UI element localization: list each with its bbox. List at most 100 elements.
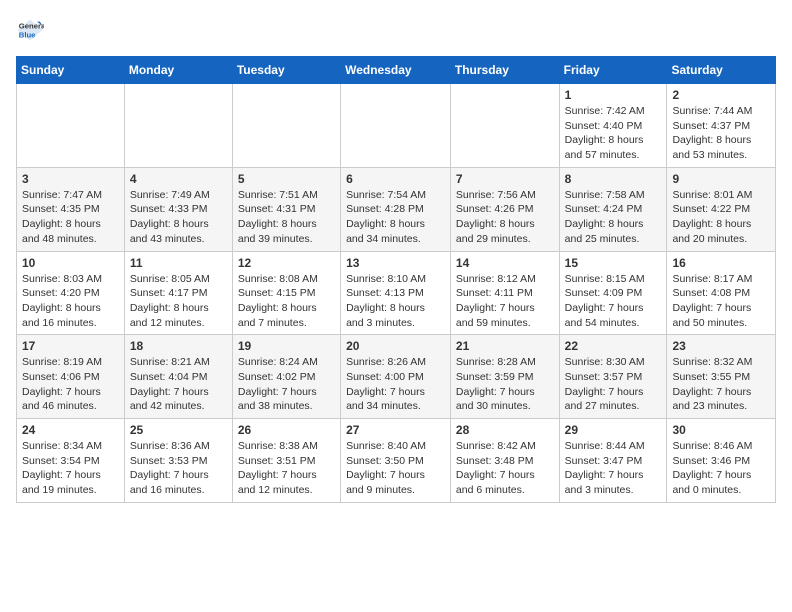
logo-icon: General Blue — [16, 16, 44, 44]
day-info: Sunrise: 7:49 AM Sunset: 4:33 PM Dayligh… — [130, 188, 227, 247]
calendar-cell: 22 Sunrise: 8:30 AM Sunset: 3:57 PM Dayli… — [559, 335, 667, 419]
calendar-cell: 16 Sunrise: 8:17 AM Sunset: 4:08 PM Dayli… — [667, 251, 776, 335]
day-number: 4 — [130, 172, 227, 186]
calendar-cell: 8 Sunrise: 7:58 AM Sunset: 4:24 PM Daylig… — [559, 167, 667, 251]
calendar-cell: 20 Sunrise: 8:26 AM Sunset: 4:00 PM Dayli… — [341, 335, 451, 419]
day-number: 1 — [565, 88, 662, 102]
calendar-cell: 9Sunrise: 8:01 AM Sunset: 4:22 PM Daylig… — [667, 167, 776, 251]
day-info: Sunrise: 8:44 AM Sunset: 3:47 PM Dayligh… — [565, 439, 662, 498]
calendar-cell — [124, 84, 232, 168]
day-number: 2 — [672, 88, 770, 102]
day-number: 28 — [456, 423, 554, 437]
day-number: 25 — [130, 423, 227, 437]
day-number: 22 — [565, 339, 662, 353]
day-number: 30 — [672, 423, 770, 437]
calendar-cell: 24Sunrise: 8:34 AM Sunset: 3:54 PM Dayli… — [17, 419, 125, 503]
day-info: Sunrise: 8:32 AM Sunset: 3:55 PM Dayligh… — [672, 355, 770, 414]
calendar-cell: 15 Sunrise: 8:15 AM Sunset: 4:09 PM Dayli… — [559, 251, 667, 335]
calendar-cell: 13Sunrise: 8:10 AM Sunset: 4:13 PM Dayli… — [341, 251, 451, 335]
weekday-header: Tuesday — [232, 57, 340, 84]
day-number: 12 — [238, 256, 335, 270]
calendar-cell: 30Sunrise: 8:46 AM Sunset: 3:46 PM Dayli… — [667, 419, 776, 503]
calendar-cell: 21 Sunrise: 8:28 AM Sunset: 3:59 PM Dayli… — [450, 335, 559, 419]
day-info: Sunrise: 8:05 AM Sunset: 4:17 PM Dayligh… — [130, 272, 227, 331]
calendar-cell: 25 Sunrise: 8:36 AM Sunset: 3:53 PM Dayli… — [124, 419, 232, 503]
calendar-cell: 5 Sunrise: 7:51 AM Sunset: 4:31 PM Daylig… — [232, 167, 340, 251]
day-number: 10 — [22, 256, 119, 270]
calendar-row: 17 Sunrise: 8:19 AM Sunset: 4:06 PM Dayli… — [17, 335, 776, 419]
calendar-cell: 7 Sunrise: 7:56 AM Sunset: 4:26 PM Daylig… — [450, 167, 559, 251]
day-number: 7 — [456, 172, 554, 186]
day-info: Sunrise: 8:19 AM Sunset: 4:06 PM Dayligh… — [22, 355, 119, 414]
calendar-header-row: SundayMondayTuesdayWednesdayThursdayFrid… — [17, 57, 776, 84]
weekday-header: Thursday — [450, 57, 559, 84]
day-number: 26 — [238, 423, 335, 437]
day-number: 5 — [238, 172, 335, 186]
day-info: Sunrise: 7:58 AM Sunset: 4:24 PM Dayligh… — [565, 188, 662, 247]
day-number: 14 — [456, 256, 554, 270]
page-header: General Blue — [16, 16, 776, 44]
calendar-row: 1 Sunrise: 7:42 AM Sunset: 4:40 PM Daylig… — [17, 84, 776, 168]
calendar-cell: 28 Sunrise: 8:42 AM Sunset: 3:48 PM Dayli… — [450, 419, 559, 503]
day-number: 24 — [22, 423, 119, 437]
weekday-header: Sunday — [17, 57, 125, 84]
logo: General Blue — [16, 16, 48, 44]
day-number: 16 — [672, 256, 770, 270]
day-number: 29 — [565, 423, 662, 437]
day-info: Sunrise: 7:56 AM Sunset: 4:26 PM Dayligh… — [456, 188, 554, 247]
calendar: SundayMondayTuesdayWednesdayThursdayFrid… — [16, 56, 776, 503]
calendar-cell — [232, 84, 340, 168]
day-info: Sunrise: 7:51 AM Sunset: 4:31 PM Dayligh… — [238, 188, 335, 247]
day-number: 8 — [565, 172, 662, 186]
day-info: Sunrise: 8:08 AM Sunset: 4:15 PM Dayligh… — [238, 272, 335, 331]
calendar-cell: 26 Sunrise: 8:38 AM Sunset: 3:51 PM Dayli… — [232, 419, 340, 503]
calendar-cell: 3Sunrise: 7:47 AM Sunset: 4:35 PM Daylig… — [17, 167, 125, 251]
day-number: 21 — [456, 339, 554, 353]
calendar-cell: 12 Sunrise: 8:08 AM Sunset: 4:15 PM Dayli… — [232, 251, 340, 335]
day-info: Sunrise: 8:38 AM Sunset: 3:51 PM Dayligh… — [238, 439, 335, 498]
day-info: Sunrise: 8:12 AM Sunset: 4:11 PM Dayligh… — [456, 272, 554, 331]
calendar-row: 3Sunrise: 7:47 AM Sunset: 4:35 PM Daylig… — [17, 167, 776, 251]
day-number: 17 — [22, 339, 119, 353]
day-info: Sunrise: 8:24 AM Sunset: 4:02 PM Dayligh… — [238, 355, 335, 414]
day-info: Sunrise: 7:54 AM Sunset: 4:28 PM Dayligh… — [346, 188, 445, 247]
weekday-header: Wednesday — [341, 57, 451, 84]
day-info: Sunrise: 8:03 AM Sunset: 4:20 PM Dayligh… — [22, 272, 119, 331]
calendar-cell: 17 Sunrise: 8:19 AM Sunset: 4:06 PM Dayli… — [17, 335, 125, 419]
calendar-cell: 27 Sunrise: 8:40 AM Sunset: 3:50 PM Dayli… — [341, 419, 451, 503]
calendar-cell: 23 Sunrise: 8:32 AM Sunset: 3:55 PM Dayli… — [667, 335, 776, 419]
weekday-header: Friday — [559, 57, 667, 84]
svg-text:Blue: Blue — [19, 31, 36, 40]
day-number: 15 — [565, 256, 662, 270]
day-number: 13 — [346, 256, 445, 270]
calendar-cell: 2Sunrise: 7:44 AM Sunset: 4:37 PM Daylig… — [667, 84, 776, 168]
day-info: Sunrise: 8:21 AM Sunset: 4:04 PM Dayligh… — [130, 355, 227, 414]
day-number: 19 — [238, 339, 335, 353]
day-info: Sunrise: 7:47 AM Sunset: 4:35 PM Dayligh… — [22, 188, 119, 247]
calendar-cell: 29 Sunrise: 8:44 AM Sunset: 3:47 PM Dayli… — [559, 419, 667, 503]
day-number: 20 — [346, 339, 445, 353]
calendar-cell: 18Sunrise: 8:21 AM Sunset: 4:04 PM Dayli… — [124, 335, 232, 419]
day-info: Sunrise: 8:15 AM Sunset: 4:09 PM Dayligh… — [565, 272, 662, 331]
calendar-cell: 6Sunrise: 7:54 AM Sunset: 4:28 PM Daylig… — [341, 167, 451, 251]
day-number: 23 — [672, 339, 770, 353]
calendar-row: 24Sunrise: 8:34 AM Sunset: 3:54 PM Dayli… — [17, 419, 776, 503]
day-info: Sunrise: 8:30 AM Sunset: 3:57 PM Dayligh… — [565, 355, 662, 414]
day-info: Sunrise: 8:36 AM Sunset: 3:53 PM Dayligh… — [130, 439, 227, 498]
day-info: Sunrise: 8:42 AM Sunset: 3:48 PM Dayligh… — [456, 439, 554, 498]
calendar-cell — [450, 84, 559, 168]
weekday-header: Saturday — [667, 57, 776, 84]
weekday-header: Monday — [124, 57, 232, 84]
calendar-cell: 14 Sunrise: 8:12 AM Sunset: 4:11 PM Dayli… — [450, 251, 559, 335]
day-info: Sunrise: 8:17 AM Sunset: 4:08 PM Dayligh… — [672, 272, 770, 331]
day-info: Sunrise: 7:42 AM Sunset: 4:40 PM Dayligh… — [565, 104, 662, 163]
day-info: Sunrise: 8:28 AM Sunset: 3:59 PM Dayligh… — [456, 355, 554, 414]
calendar-cell: 10 Sunrise: 8:03 AM Sunset: 4:20 PM Dayli… — [17, 251, 125, 335]
calendar-cell: 4 Sunrise: 7:49 AM Sunset: 4:33 PM Daylig… — [124, 167, 232, 251]
day-info: Sunrise: 8:01 AM Sunset: 4:22 PM Dayligh… — [672, 188, 770, 247]
day-info: Sunrise: 8:26 AM Sunset: 4:00 PM Dayligh… — [346, 355, 445, 414]
calendar-row: 10 Sunrise: 8:03 AM Sunset: 4:20 PM Dayli… — [17, 251, 776, 335]
day-number: 27 — [346, 423, 445, 437]
calendar-cell: 11Sunrise: 8:05 AM Sunset: 4:17 PM Dayli… — [124, 251, 232, 335]
day-info: Sunrise: 8:40 AM Sunset: 3:50 PM Dayligh… — [346, 439, 445, 498]
